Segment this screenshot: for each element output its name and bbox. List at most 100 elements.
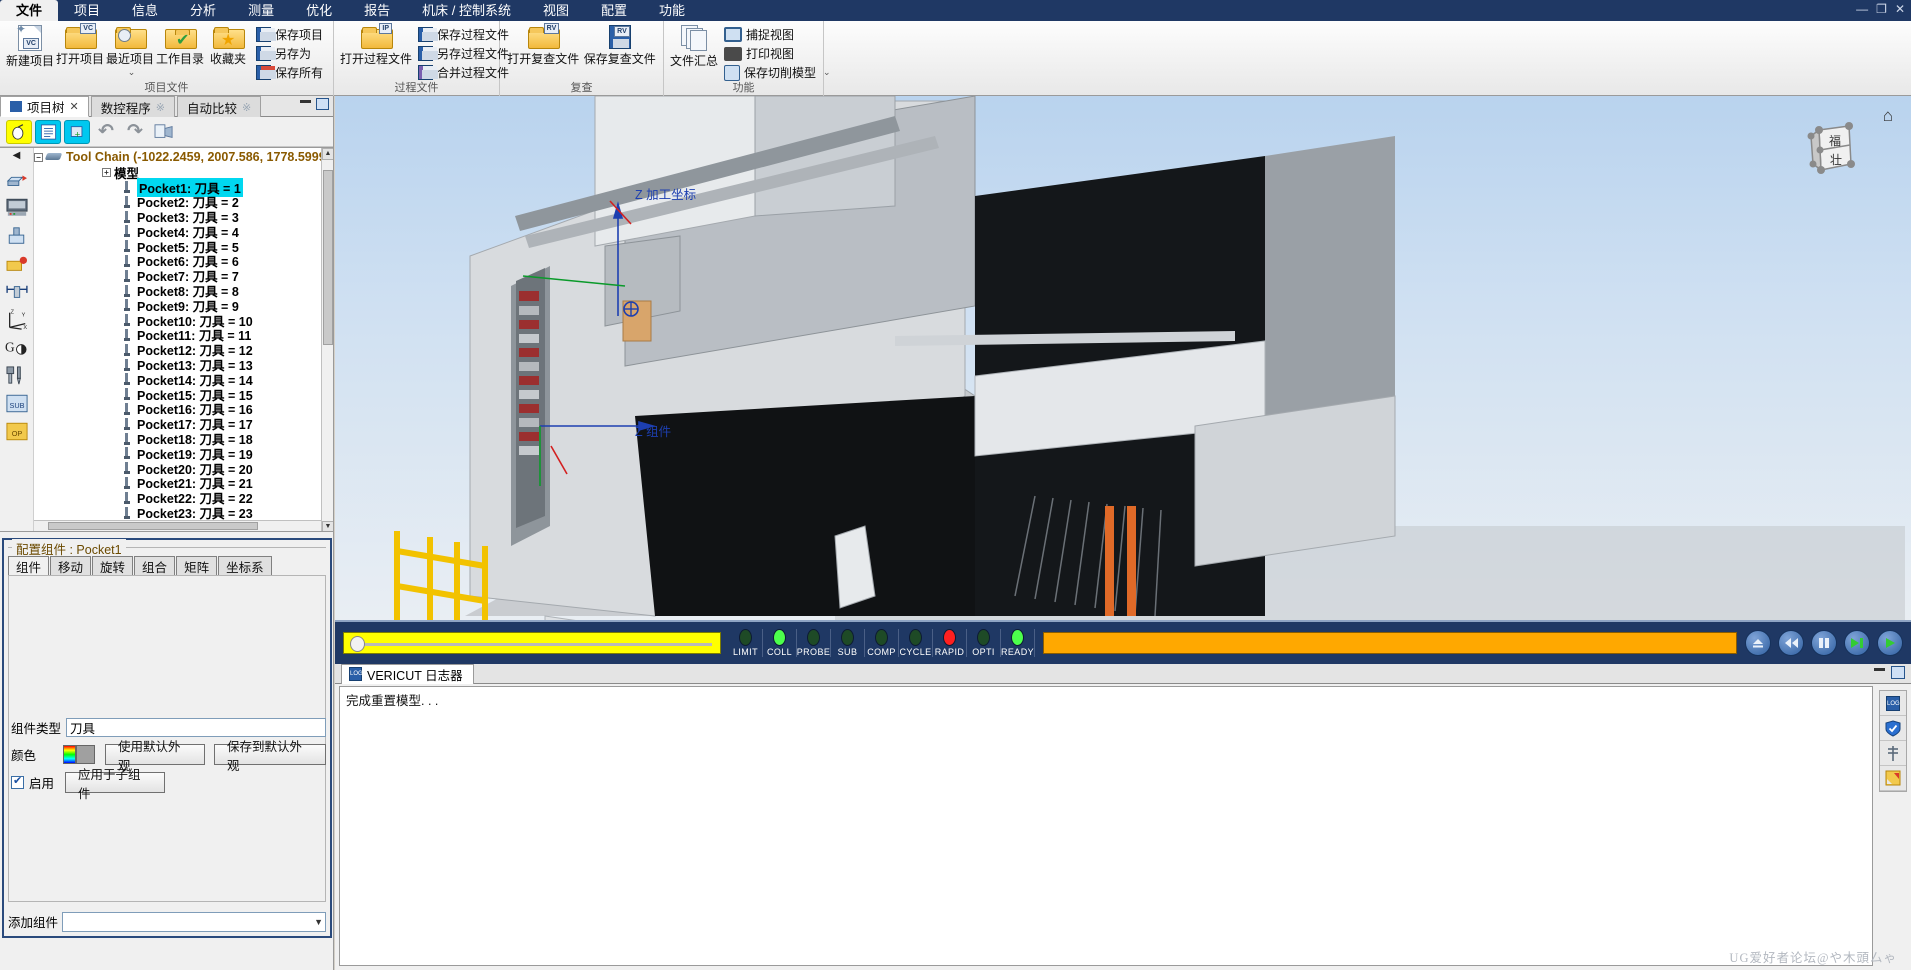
tab-coordinate-system[interactable]: 坐标系 — [218, 556, 272, 576]
enable-checkbox[interactable] — [11, 774, 24, 789]
optipath-icon[interactable]: OP — [3, 419, 31, 444]
save-default-appearance-button[interactable]: 保存到默认外观 — [214, 740, 326, 773]
color-swatch-icon[interactable] — [1880, 766, 1906, 791]
save-process-file-button[interactable]: 保存过程文件 — [414, 25, 513, 44]
expand-icon[interactable]: + — [102, 167, 111, 177]
merge-process-file-button[interactable]: 合并过程文件 — [414, 63, 513, 82]
close-icon[interactable]: ✕ — [70, 100, 79, 113]
log-icon[interactable]: LOG — [1880, 691, 1906, 716]
tool-length-icon[interactable] — [3, 279, 31, 304]
tab-component[interactable]: 组件 — [8, 556, 50, 576]
menu-tab-machine-control[interactable]: 机床 / 控制系统 — [406, 0, 527, 21]
undo-icon[interactable]: ↶ — [93, 120, 119, 144]
menu-tab-info[interactable]: 信息 — [116, 0, 174, 21]
save-project-button[interactable]: 保存项目 — [252, 25, 327, 44]
pause-button[interactable] — [1811, 630, 1837, 656]
tool-manager-icon[interactable] — [3, 363, 31, 388]
open-review-file-button[interactable]: RV 打开复查文件 — [506, 23, 581, 67]
scroll-up-icon[interactable]: ▲ — [322, 148, 333, 160]
tool-icon[interactable] — [1880, 741, 1906, 766]
menu-tab-measure[interactable]: 测量 — [232, 0, 290, 21]
redo-icon[interactable]: ↷ — [122, 120, 148, 144]
list-view-icon[interactable] — [35, 119, 61, 144]
close-icon[interactable]: ※ — [242, 101, 251, 114]
file-summary-button[interactable]: 文件汇总 — [670, 23, 718, 69]
tab-rotate[interactable]: 旋转 — [92, 556, 134, 576]
scroll-down-icon[interactable]: ▼ — [322, 521, 333, 531]
log-minimize-button[interactable] — [1874, 668, 1885, 671]
capture-view-button[interactable]: 捕捉视图 — [720, 25, 835, 44]
machine-setup-icon[interactable] — [3, 167, 31, 192]
log-message-area[interactable]: 完成重置模型. . . — [339, 686, 1873, 966]
menu-tab-project[interactable]: 项目 — [58, 0, 116, 21]
scroll-thumb-h[interactable] — [48, 522, 258, 530]
apply-to-children-button[interactable]: 应用于子组件 — [65, 768, 166, 801]
tree-vertical-scrollbar[interactable]: ▲ ▼ — [321, 148, 333, 531]
chevron-down-icon[interactable]: ▼ — [314, 917, 323, 927]
panel-popout-button[interactable] — [316, 98, 329, 110]
save-review-file-button[interactable]: RV 保存复查文件 — [583, 23, 658, 67]
chevron-down-icon[interactable]: ⌄ — [128, 67, 136, 78]
menu-tab-report[interactable]: 报告 — [348, 0, 406, 21]
panel-minimize-button[interactable] — [300, 100, 311, 103]
single-step-button[interactable] — [1844, 630, 1870, 656]
reset-button[interactable] — [1745, 630, 1771, 656]
export-icon[interactable] — [151, 120, 177, 144]
fixture-setup-icon[interactable] — [3, 251, 31, 276]
sub-system-icon[interactable]: SUB — [3, 391, 31, 416]
mouse-select-icon[interactable] — [6, 119, 32, 144]
log-popout-button[interactable] — [1891, 666, 1905, 679]
menu-tab-configure[interactable]: 配置 — [585, 0, 643, 21]
home-icon[interactable]: ⌂ — [1883, 106, 1893, 126]
speed-slider[interactable] — [343, 632, 721, 654]
close-button[interactable]: ✕ — [1895, 2, 1905, 16]
color-gradient-swatch[interactable] — [63, 745, 76, 764]
menu-tab-features[interactable]: 功能 — [643, 0, 701, 21]
tab-project-tree[interactable]: 项目树 ✕ — [0, 96, 89, 117]
machine-simulation-view[interactable]: Z 加工坐标 Z 组件 ⌂ 福 壮 — [335, 96, 1911, 620]
use-default-appearance-button[interactable]: 使用默认外观 — [105, 740, 205, 773]
new-project-button[interactable]: VC ✦ 新建项目 — [6, 22, 54, 69]
recent-projects-button[interactable]: 最近项目 ⌄ — [106, 23, 154, 78]
stock-setup-icon[interactable] — [3, 223, 31, 248]
maximize-button[interactable]: ❐ — [1876, 2, 1887, 16]
menu-tab-optimize[interactable]: 优化 — [290, 0, 348, 21]
print-view-button[interactable]: 打印视图 — [720, 44, 835, 63]
g-code-icon[interactable]: G — [3, 335, 31, 360]
add-component-icon[interactable]: + — [64, 119, 90, 144]
current-color-swatch[interactable] — [76, 745, 95, 764]
tab-vericut-logger[interactable]: LOG VERICUT 日志器 — [341, 663, 474, 684]
tab-combine[interactable]: 组合 — [134, 556, 176, 576]
collapse-left-arrow-icon[interactable]: ◀ — [13, 150, 21, 164]
tab-auto-compare[interactable]: 自动比较 ※ — [176, 96, 262, 117]
save-as-button[interactable]: 另存为 — [252, 44, 327, 63]
scroll-thumb[interactable] — [323, 170, 333, 345]
component-type-value[interactable]: 刀具 — [66, 718, 327, 737]
control-panel-icon[interactable] — [3, 195, 31, 220]
menu-tab-view[interactable]: 视图 — [527, 0, 585, 21]
minimize-button[interactable]: — — [1856, 2, 1868, 16]
slider-knob[interactable] — [350, 636, 365, 652]
save-cut-model-button[interactable]: 保存切削模型 ⌄ — [720, 63, 835, 82]
favorites-button[interactable]: ★ 收藏夹 — [206, 23, 250, 67]
tree-horizontal-scrollbar[interactable] — [34, 520, 321, 531]
step-back-button[interactable] — [1778, 630, 1804, 656]
tab-matrix[interactable]: 矩阵 — [176, 556, 218, 576]
chevron-down-icon[interactable]: ⌄ — [823, 67, 831, 78]
play-button[interactable] — [1877, 630, 1903, 656]
project-tree[interactable]: − Tool Chain (-1022.2459, 2007.586, 1778… — [34, 148, 321, 531]
work-directory-button[interactable]: 工作目录 — [156, 23, 204, 67]
add-component-combobox[interactable]: ▼ — [62, 911, 326, 932]
view-orientation-cube[interactable]: 福 壮 — [1805, 118, 1861, 176]
collapse-icon[interactable]: − — [34, 152, 43, 162]
open-project-button[interactable]: VC 打开项目 — [56, 23, 104, 67]
open-process-file-button[interactable]: IP 打开过程文件 — [340, 23, 412, 67]
tab-nc-program[interactable]: 数控程序 ※ — [90, 96, 175, 117]
menu-tab-file[interactable]: 文件 — [0, 0, 59, 21]
tree-row-root[interactable]: − Tool Chain (-1022.2459, 2007.586, 1778… — [34, 150, 321, 165]
save-as-process-file-button[interactable]: 另存过程文件 — [414, 44, 513, 63]
tree-row-pocket-23[interactable]: Pocket23: 刀具 = 23 — [34, 505, 321, 521]
shield-check-icon[interactable] — [1880, 716, 1906, 741]
coordinate-system-icon[interactable]: Z Y X — [3, 307, 31, 332]
close-icon[interactable]: ※ — [156, 101, 165, 114]
